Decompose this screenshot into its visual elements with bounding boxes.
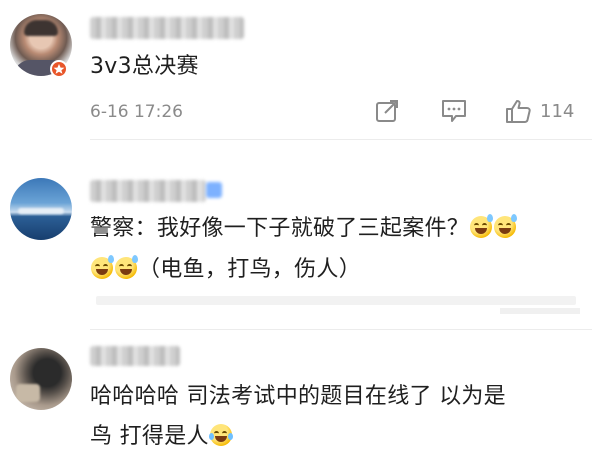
comment-timestamp: 6-16 17:26 xyxy=(90,102,183,122)
username-blurred[interactable] xyxy=(90,346,180,366)
username-blurred[interactable] xyxy=(90,17,244,39)
like-count: 114 xyxy=(540,100,575,122)
blurred-actions-row xyxy=(500,308,580,314)
avatar[interactable] xyxy=(10,178,72,240)
blurred-meta-row xyxy=(96,296,576,305)
comment-text-line1: 哈哈哈哈 司法考试中的题目在线了 以为是 xyxy=(90,384,506,409)
verified-badge-icon xyxy=(50,60,68,78)
comment-item: 3v3总决赛 6-16 17:26 114 xyxy=(0,0,592,140)
comment-item: 哈哈哈哈 司法考试中的题目在线了 以为是 鸟 打得是人 xyxy=(0,330,592,467)
comment-text-line2: （电鱼，打鸟，伤人） xyxy=(90,253,361,287)
vip-badge-icon xyxy=(206,182,222,198)
comment-text: 鸟 打得是人 xyxy=(90,424,209,449)
comment-text-line1: 警察：我好像一下子就破了三起案件？ xyxy=(90,212,518,246)
share-icon xyxy=(376,100,398,122)
laughing-tears-emoji-icon xyxy=(208,424,233,446)
avatar[interactable] xyxy=(10,348,72,410)
like-button[interactable]: 114 xyxy=(504,96,574,126)
comment-text-line2: 鸟 打得是人 xyxy=(90,420,233,454)
like-icon xyxy=(506,100,531,123)
comment-actions: 114 xyxy=(374,96,584,126)
comment-text: （电鱼，打鸟，伤人） xyxy=(138,257,362,282)
reply-button[interactable] xyxy=(440,96,468,126)
sweat-smile-emoji-icon xyxy=(91,255,114,279)
comment-text: 3v3总决赛 xyxy=(90,54,199,79)
sweat-smile-emoji-icon xyxy=(115,255,138,279)
comment-text: 警察：我好像一下子就破了三起案件？ xyxy=(90,216,470,241)
share-button[interactable] xyxy=(374,96,400,126)
sweat-smile-emoji-icon xyxy=(470,214,494,238)
comment-item: 警察：我好像一下子就破了三起案件？ （电鱼，打鸟，伤人） xyxy=(0,140,592,330)
sweat-smile-emoji-icon xyxy=(494,214,518,238)
username-blurred[interactable] xyxy=(90,180,206,202)
reply-icon xyxy=(442,100,466,122)
